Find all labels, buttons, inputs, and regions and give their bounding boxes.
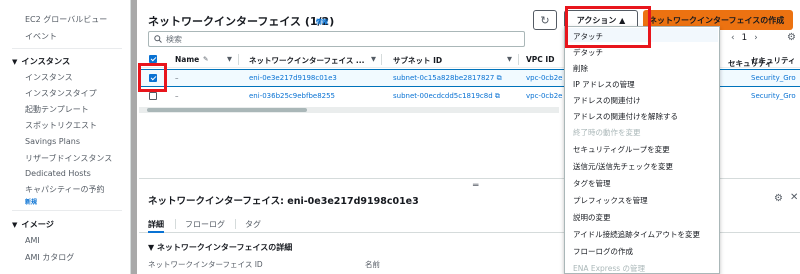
subnet-id: subnet-00ecdcdd5c1819c8d	[393, 92, 493, 100]
cell-security-group-link[interactable]: Security_Gro	[751, 74, 796, 82]
cell-vpc-link[interactable]: vpc-0cb2e	[526, 92, 562, 100]
tab-tags[interactable]: タグ	[245, 219, 261, 230]
external-link-icon: ⧉	[496, 74, 502, 82]
subnet-id: subnet-0c15a828be2817827	[393, 74, 495, 82]
row-checkbox[interactable]	[149, 74, 157, 82]
sidebar-item-dedicated-hosts[interactable]: Dedicated Hosts	[25, 169, 91, 178]
sidebar-item-instances[interactable]: インスタンス	[25, 72, 73, 83]
menu-item-detach[interactable]: デタッチ	[573, 47, 603, 58]
column-header-name[interactable]: Name	[175, 55, 199, 64]
sidebar-item-launch-templates[interactable]: 起動テンプレート	[25, 104, 89, 115]
cell-name: –	[175, 74, 179, 82]
search-placeholder: 検索	[166, 34, 182, 44]
cell-eni-link[interactable]: eni-036b25c9ebfbe8255	[249, 92, 335, 100]
sidebar-section-instances[interactable]: ▼ インスタンス	[12, 55, 70, 67]
tab-divider	[175, 219, 176, 229]
cell-security-group-link[interactable]: Security_Gro	[751, 92, 796, 100]
prev-page-button[interactable]: ‹	[731, 33, 735, 43]
menu-item-change-security-groups[interactable]: セキュリティグループを変更	[573, 144, 670, 155]
column-header-vpc-id[interactable]: VPC ID	[526, 55, 554, 64]
sidebar-item-ami[interactable]: AMI	[25, 236, 40, 245]
caret-down-icon: ▼	[148, 243, 157, 252]
tab-details[interactable]: 詳細	[148, 219, 164, 230]
resize-handle-icon[interactable]: ═	[473, 181, 478, 191]
detail-section-header[interactable]: ▼ ネットワークインターフェイスの詳細	[148, 242, 292, 253]
menu-item-disassociate-address[interactable]: アドレスの関連付けを解除する	[573, 111, 678, 122]
menu-item-change-idle-timeout[interactable]: アイドル接続追跡タイムアウトを変更	[573, 229, 700, 240]
field-label-eni-id: ネットワークインターフェイス ID	[148, 260, 263, 269]
menu-item-manage-tags[interactable]: タグを管理	[573, 178, 611, 189]
table-horizontal-scrollbar[interactable]	[139, 107, 559, 113]
sort-down-icon[interactable]: ▼	[507, 55, 512, 63]
column-header-security-overflow: セキュリティ	[728, 59, 773, 68]
current-page[interactable]: 1	[741, 33, 747, 43]
field-label-name: 名前	[365, 260, 380, 269]
external-link-icon: ⧉	[494, 92, 500, 100]
sidebar-item-savings-plans[interactable]: Savings Plans	[25, 137, 80, 146]
new-badge: 新規	[25, 199, 38, 206]
search-input[interactable]: 検索	[148, 31, 525, 47]
page-title: ネットワークインターフェイス (1/2)	[148, 15, 335, 28]
sidebar-item-reserved-instances[interactable]: リザーブドインスタンス	[25, 153, 112, 164]
sidebar-item-spot-requests[interactable]: スポットリクエスト	[25, 120, 97, 131]
select-all-checkbox[interactable]	[149, 55, 157, 63]
scrollbar-thumb[interactable]	[147, 108, 307, 112]
sidebar-section-images[interactable]: ▼ イメージ	[12, 218, 54, 230]
sidebar-divider	[12, 210, 122, 211]
menu-item-change-termination-behavior: 終了時の動作を変更	[573, 128, 641, 137]
sidebar-scrollbar[interactable]	[131, 0, 137, 274]
sort-down-icon[interactable]: ▼	[227, 55, 232, 63]
sort-down-icon[interactable]: ▼	[371, 55, 376, 63]
caret-down-icon: ▼	[12, 58, 18, 66]
menu-item-manage-ena-express: ENA Express の管理	[573, 264, 646, 273]
menu-item-change-description[interactable]: 説明の変更	[573, 212, 611, 223]
tab-divider	[235, 219, 236, 229]
cell-vpc-link[interactable]: vpc-0cb2e	[526, 74, 562, 82]
cell-eni-link[interactable]: eni-0e3e217d9198c01e3	[249, 74, 337, 82]
cell-subnet-link[interactable]: subnet-00ecdcdd5c1819c8d ⧉	[393, 92, 500, 101]
info-link[interactable]: 情報	[316, 17, 328, 26]
sidebar-item-events[interactable]: イベント	[25, 31, 57, 42]
column-header-eni[interactable]: ネットワークインターフェイス ...	[249, 55, 364, 66]
sidebar-section-label: イメージ	[21, 219, 54, 229]
cell-subnet-link[interactable]: subnet-0c15a828be2817827 ⧉	[393, 74, 502, 83]
menu-item-manage-prefixes[interactable]: プレフィックスを管理	[573, 195, 648, 206]
menu-item-create-flow-log[interactable]: フローログの作成	[573, 246, 633, 257]
search-icon	[154, 35, 162, 43]
row-checkbox[interactable]	[149, 92, 157, 100]
refresh-button[interactable]: ↻	[533, 10, 557, 30]
detail-panel-title: ネットワークインターフェイス: eni-0e3e217d9198c01e3	[148, 196, 419, 207]
pagination: ‹ 1 ›	[731, 33, 758, 43]
edit-icon: ✎	[203, 55, 209, 63]
sidebar-item-ami-catalog[interactable]: AMI カタログ	[25, 252, 74, 263]
menu-item-change-source-dest-check[interactable]: 送信元/送信先チェックを変更	[573, 161, 673, 172]
refresh-icon: ↻	[540, 13, 550, 27]
column-divider[interactable]	[518, 54, 519, 65]
detail-close-icon[interactable]: ✕	[790, 192, 798, 203]
sidebar-item-ec2-global-view[interactable]: EC2 グローバルビュー	[25, 14, 107, 25]
column-header-subnet-id[interactable]: サブネット ID	[393, 55, 442, 66]
table-preferences-gear-icon[interactable]: ⚙	[787, 32, 796, 43]
sidebar-section-label: インスタンス	[21, 56, 71, 66]
detail-settings-gear-icon[interactable]: ⚙	[774, 193, 783, 204]
next-page-button[interactable]: ›	[754, 33, 758, 43]
active-tab-indicator	[148, 231, 164, 233]
caret-down-icon: ▼	[12, 221, 18, 229]
menu-item-attach[interactable]: アタッチ	[573, 31, 603, 42]
actions-label: アクション ▲	[576, 15, 626, 25]
sidebar-item-capacity-reservations[interactable]: キャパシティーの予約	[25, 184, 105, 195]
menu-item-delete[interactable]: 削除	[573, 63, 588, 74]
column-divider[interactable]	[381, 54, 382, 65]
sidebar-divider	[12, 48, 122, 49]
create-button-label: ネットワークインターフェイスの作成	[649, 15, 785, 25]
menu-item-associate-address[interactable]: アドレスの関連付け	[573, 95, 641, 106]
sidebar-item-instance-types[interactable]: インスタンスタイプ	[25, 88, 97, 99]
menu-item-manage-ip[interactable]: IP アドレスの管理	[573, 79, 635, 90]
column-divider[interactable]	[238, 54, 239, 65]
sidebar-nav: EC2 グローバルビュー イベント ▼ インスタンス インスタンス インスタンスタ…	[0, 0, 131, 274]
tab-flow-logs[interactable]: フローログ	[185, 219, 225, 230]
detail-section-label: ネットワークインターフェイスの詳細	[156, 243, 293, 252]
actions-dropdown-menu: アタッチ デタッチ 削除 IP アドレスの管理 アドレスの関連付け アドレスの関…	[564, 26, 720, 274]
cell-name: –	[175, 92, 179, 100]
